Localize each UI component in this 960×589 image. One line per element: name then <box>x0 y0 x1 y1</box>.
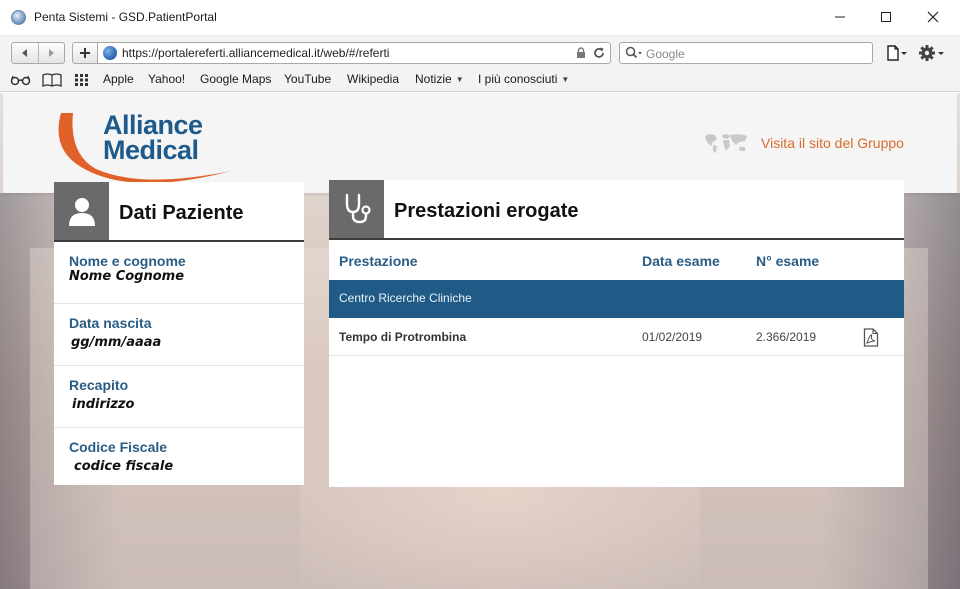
stethoscope-icon <box>329 180 384 238</box>
group-row: Centro Ricerche Cliniche <box>329 280 904 318</box>
minimize-icon <box>835 16 845 18</box>
plus-icon <box>80 48 90 58</box>
services-card-title: Prestazioni erogate <box>394 200 579 222</box>
reload-icon[interactable] <box>592 46 606 60</box>
services-card-header: Prestazioni erogate <box>329 180 904 240</box>
navigation-toolbar: https://portalereferti.alliancemedical.i… <box>0 36 960 70</box>
field-value: codice fiscale <box>74 459 174 474</box>
grid-icon[interactable] <box>74 73 90 87</box>
globe-icon <box>103 46 117 60</box>
column-header-data-esame: Data esame <box>642 253 720 269</box>
forward-button[interactable] <box>37 43 65 63</box>
patient-field-name: Nome e cognome Nome Cognome <box>54 242 304 304</box>
site-header: Alliance Medical Visita il sito del Grup… <box>3 93 957 193</box>
address-text[interactable]: https://portalereferti.alliancemedical.i… <box>122 46 389 60</box>
bookmark-wikipedia[interactable]: Wikipedia <box>347 72 399 86</box>
maximize-button[interactable] <box>863 0 909 34</box>
patient-card-header: Dati Paziente <box>54 182 304 242</box>
forward-arrow-icon <box>49 49 55 57</box>
bookmark-yahoo[interactable]: Yahoo! <box>148 72 185 86</box>
search-icon <box>625 46 642 59</box>
pdf-download-icon[interactable] <box>863 328 879 347</box>
field-value: gg/mm/aaaa <box>71 335 162 350</box>
search-placeholder: Google <box>646 47 685 61</box>
patient-data-card: Dati Paziente Nome e cognome Nome Cognom… <box>54 182 304 485</box>
address-bar[interactable]: https://portalereferti.alliancemedical.i… <box>97 42 611 64</box>
alliance-medical-logo[interactable]: Alliance Medical <box>51 109 236 187</box>
bookmarks-bar: Apple Yahoo! Google Maps YouTube Wikiped… <box>0 70 960 92</box>
cell-numero-esame: 2.366/2019 <box>756 330 817 344</box>
minimize-button[interactable] <box>817 0 863 34</box>
bookmark-notizie[interactable]: Notizie ▼ <box>415 72 464 86</box>
close-button[interactable] <box>910 0 956 34</box>
gear-icon[interactable] <box>918 44 946 62</box>
window-title: Penta Sistemi - GSD.PatientPortal <box>34 10 217 24</box>
services-table-header: Prestazione Data esame N° esame <box>329 240 904 280</box>
chevron-down-icon: ▼ <box>455 75 464 84</box>
reader-glasses-icon[interactable] <box>10 73 32 87</box>
bookmark-piu-conosciuti[interactable]: I più conosciuti ▼ <box>478 72 569 86</box>
page-menu-icon[interactable] <box>886 45 908 61</box>
back-button[interactable] <box>12 43 38 63</box>
bookmark-youtube[interactable]: YouTube <box>284 72 331 86</box>
services-card: Prestazioni erogate Prestazione Data esa… <box>329 180 904 487</box>
back-forward-group <box>11 42 65 64</box>
lock-icon <box>577 47 585 58</box>
bookmark-notizie-label: Notizie <box>415 72 452 86</box>
logo-text-line2: Medical <box>103 135 199 165</box>
window-titlebar: Penta Sistemi - GSD.PatientPortal <box>0 0 960 36</box>
visit-group-link[interactable]: Visita il sito del Gruppo <box>703 131 904 155</box>
cell-data-esame: 01/02/2019 <box>642 330 703 344</box>
group-row-label: Centro Ricerche Cliniche <box>339 291 472 305</box>
book-icon[interactable] <box>42 73 62 87</box>
field-label: Recapito <box>69 377 129 393</box>
close-icon <box>927 11 939 23</box>
patient-field-tax-code: Codice Fiscale codice fiscale <box>54 428 304 490</box>
bookmark-google-maps[interactable]: Google Maps <box>200 72 271 86</box>
column-header-numero-esame: N° esame <box>756 253 820 269</box>
chevron-down-icon: ▼ <box>561 75 570 84</box>
patient-field-birthdate: Data nascita gg/mm/aaaa <box>54 304 304 366</box>
back-arrow-icon <box>21 49 27 57</box>
patient-field-address: Recapito indirizzo <box>54 366 304 428</box>
column-header-prestazione: Prestazione <box>339 253 418 269</box>
new-tab-button[interactable] <box>72 42 98 64</box>
world-map-icon <box>705 134 747 153</box>
bookmark-piu-conosciuti-label: I più conosciuti <box>478 72 558 86</box>
field-label: Codice Fiscale <box>69 439 168 455</box>
table-row[interactable]: Tempo di Protrombina 01/02/2019 2.366/20… <box>329 318 904 356</box>
cell-prestazione: Tempo di Protrombina <box>339 330 467 344</box>
app-icon <box>11 10 26 25</box>
search-bar[interactable]: Google <box>619 42 873 64</box>
visit-group-label: Visita il sito del Gruppo <box>761 135 904 151</box>
user-icon <box>54 182 109 240</box>
field-label: Nome e cognome <box>69 253 186 269</box>
field-label: Data nascita <box>69 315 152 331</box>
bookmark-apple[interactable]: Apple <box>103 72 134 86</box>
field-value: indirizzo <box>72 397 135 412</box>
maximize-icon <box>881 12 891 22</box>
patient-card-title: Dati Paziente <box>119 202 244 224</box>
field-value: Nome Cognome <box>69 269 185 284</box>
